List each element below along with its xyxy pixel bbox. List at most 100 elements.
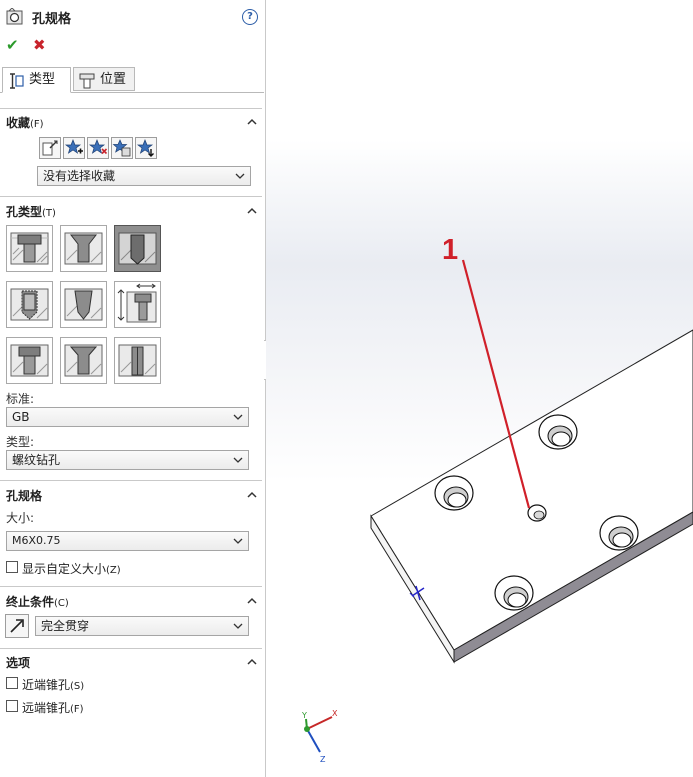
end-condition-select[interactable]: 完全贯穿 (35, 616, 249, 636)
chevron-up-icon[interactable] (247, 657, 257, 667)
tab-bar: 类型 位置 (0, 66, 264, 93)
apply-default-button[interactable] (39, 137, 61, 159)
end-condition-title-text: 终止条件 (6, 595, 55, 609)
simple-hole-icon (118, 232, 157, 265)
chevron-up-icon[interactable] (247, 596, 257, 606)
end-condition-accel: (C) (54, 598, 69, 609)
position-icon (79, 73, 95, 89)
tab-type-label: 类型 (29, 72, 56, 87)
far-side-accel: (F) (70, 704, 84, 715)
chevron-down-icon (233, 457, 243, 463)
custom-size-accel: (Z) (106, 565, 121, 576)
hole-type-title-text: 孔类型 (6, 205, 43, 219)
favorites-select[interactable]: 没有选择收藏 (37, 166, 251, 186)
slot-icon (118, 344, 157, 377)
ok-button[interactable]: ✔ (6, 36, 19, 54)
near-side-checkbox[interactable] (6, 677, 18, 689)
countersink-slot-icon (64, 344, 103, 377)
hole-type-straight-tap-button[interactable] (6, 281, 53, 328)
end-condition-section-title[interactable]: 终止条件(C) (6, 593, 69, 610)
save-favorite-icon (112, 139, 131, 157)
section-divider (0, 648, 262, 649)
tab-position-label: 位置 (100, 72, 127, 87)
favorites-title-text: 收藏 (6, 116, 31, 130)
panel-header: 孔规格 ? (6, 6, 260, 28)
type-label: 类型: (6, 435, 35, 449)
chevron-up-icon[interactable] (247, 206, 257, 216)
hole-spec-section-title[interactable]: 孔规格 (6, 487, 42, 504)
options-section-title[interactable]: 选项 (6, 654, 30, 671)
section-divider (0, 480, 262, 481)
tab-position[interactable]: 位置 (73, 67, 135, 91)
type-select[interactable]: 螺纹钻孔 (6, 450, 249, 470)
favorites-accel: (F) (30, 119, 44, 130)
size-select[interactable]: M6X0.75 (6, 531, 249, 551)
section-divider (0, 196, 262, 197)
counterbore-hole[interactable] (434, 475, 474, 511)
load-favorite-icon (136, 139, 154, 157)
cancel-button[interactable]: ✖ (33, 36, 46, 54)
straight-tap-icon (10, 288, 49, 321)
countersink-hole-icon (64, 232, 103, 265)
graphics-area[interactable]: 1 X Y Z (266, 0, 693, 777)
size-label: 大小: (6, 511, 35, 525)
add-favorite-icon (64, 139, 83, 154)
end-condition-select-value: 完全贯穿 (41, 619, 90, 633)
favorites-section-title[interactable]: 收藏(F) (6, 114, 44, 131)
chevron-down-icon (233, 623, 243, 629)
chevron-up-icon[interactable] (247, 490, 257, 500)
hole-type-countersink-slot-button[interactable] (60, 337, 107, 384)
chevron-up-icon[interactable] (247, 117, 257, 127)
hole-type-slot-button[interactable] (114, 337, 161, 384)
custom-size-label: 显示自定义大小(Z) (22, 560, 121, 577)
counterbore-slot-icon (10, 344, 49, 377)
far-side-checkbox[interactable] (6, 700, 18, 712)
save-favorite-button[interactable] (111, 137, 133, 159)
view-triad-icon[interactable] (304, 716, 333, 753)
size-select-value: M6X0.75 (12, 534, 61, 547)
panel-title: 孔规格 (32, 12, 72, 27)
reverse-direction-button[interactable] (5, 614, 29, 638)
counterbore-hole-icon (10, 232, 49, 265)
type-select-value: 螺纹钻孔 (12, 453, 61, 467)
callout-number: 1 (442, 234, 459, 266)
tab-type[interactable]: 类型 (2, 67, 71, 93)
favorites-select-value: 没有选择收藏 (43, 169, 116, 183)
help-icon[interactable]: ? (242, 9, 258, 25)
standard-select[interactable]: GB (6, 407, 249, 427)
chevron-down-icon (235, 173, 245, 179)
hole-type-simple-button[interactable] (114, 225, 161, 272)
add-favorite-button[interactable] (63, 137, 85, 159)
load-favorite-button[interactable] (135, 137, 157, 159)
tapered-tap-icon (64, 288, 103, 321)
legacy-hole-icon (117, 283, 157, 323)
hole-type-accel: (T) (42, 208, 56, 219)
hole-type-tapered-tap-button[interactable] (60, 281, 107, 328)
tapped-hole[interactable] (527, 504, 547, 522)
far-side-text: 远端锥孔 (22, 701, 71, 715)
type-icon (10, 73, 24, 89)
triad-z-label: Z (320, 755, 326, 764)
property-manager-panel: 孔规格 ? ✔ ✖ 类型 位置 收藏(F) 没有选择收藏 孔类型(T) 标准: … (0, 0, 266, 777)
reverse-direction-icon (10, 619, 24, 633)
standard-label: 标准: (6, 392, 35, 406)
near-side-label: 近端锥孔(S) (22, 676, 84, 693)
section-divider (0, 586, 262, 587)
options-title-text: 选项 (6, 656, 31, 670)
near-side-accel: (S) (70, 681, 85, 692)
counterbore-hole[interactable] (538, 414, 578, 450)
custom-size-checkbox[interactable] (6, 561, 18, 573)
delete-favorite-button[interactable] (87, 137, 109, 159)
hole-type-counterbore-slot-button[interactable] (6, 337, 53, 384)
hole-type-counterbore-button[interactable] (6, 225, 53, 272)
standard-select-value: GB (12, 410, 30, 424)
model-plate[interactable] (266, 0, 693, 777)
counterbore-hole[interactable] (599, 515, 639, 551)
near-side-text: 近端锥孔 (22, 678, 71, 692)
chevron-down-icon (233, 538, 243, 544)
hole-type-section-title[interactable]: 孔类型(T) (6, 203, 56, 220)
hole-type-countersink-button[interactable] (60, 225, 107, 272)
hole-type-legacy-button[interactable] (114, 281, 161, 328)
counterbore-hole[interactable] (494, 575, 534, 611)
hole-spec-title-text: 孔规格 (6, 489, 43, 503)
